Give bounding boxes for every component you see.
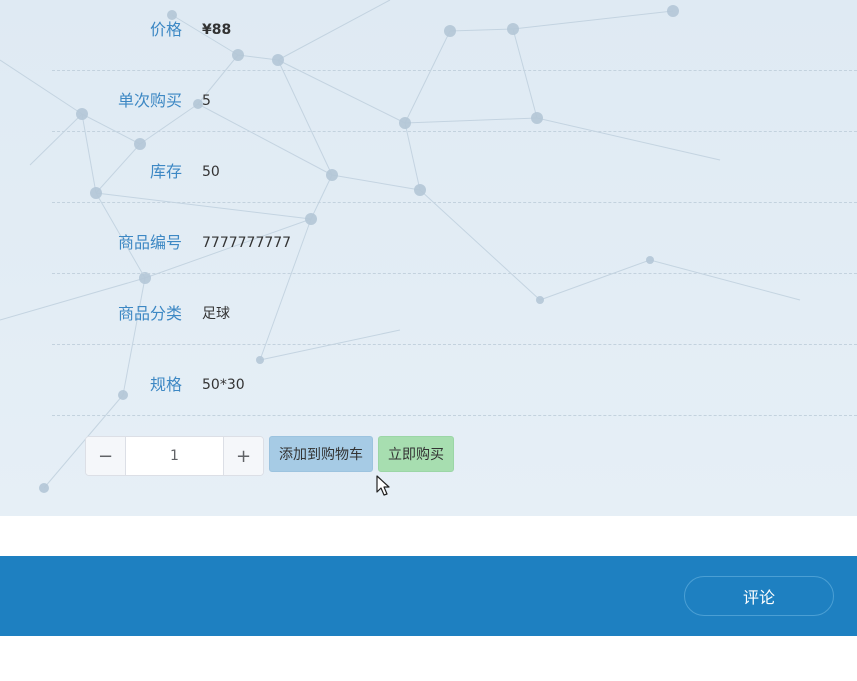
mouse-cursor-icon xyxy=(376,475,390,496)
footer-bar: 评论 xyxy=(0,556,857,636)
increase-quantity-button[interactable]: + xyxy=(223,437,263,475)
add-to-cart-button[interactable]: 添加到购物车 xyxy=(269,436,373,472)
category-value: 足球 xyxy=(202,306,230,322)
info-row-purchase-limit: 单次购买 5 xyxy=(52,61,857,132)
product-code-label: 商品编号 xyxy=(117,233,182,252)
info-row-product-code: 商品编号 7777777777 xyxy=(52,203,857,274)
decrease-quantity-button[interactable]: − xyxy=(86,437,126,475)
info-row-spec: 规格 50*30 xyxy=(52,345,857,416)
purchase-limit-label: 单次购买 xyxy=(117,91,182,110)
spec-label: 规格 xyxy=(149,375,182,394)
info-row-category: 商品分类 足球 xyxy=(52,274,857,345)
price-value: ¥88 xyxy=(202,22,232,38)
info-row-stock: 库存 50 xyxy=(52,132,857,203)
product-code-value: 7777777777 xyxy=(202,235,292,251)
quantity-input[interactable] xyxy=(126,437,223,475)
price-label: 价格 xyxy=(149,20,182,39)
quantity-stepper: − + xyxy=(85,436,264,476)
purchase-limit-value: 5 xyxy=(202,93,211,109)
comment-button[interactable]: 评论 xyxy=(684,576,834,616)
stock-label: 库存 xyxy=(149,162,182,181)
stock-value: 50 xyxy=(202,164,220,180)
buy-now-button[interactable]: 立即购买 xyxy=(378,436,454,472)
category-label: 商品分类 xyxy=(117,304,182,323)
product-detail-panel: 价格 ¥88 单次购买 5 库存 50 商品编号 7777777777 商品分类… xyxy=(0,0,857,516)
spec-value: 50*30 xyxy=(202,377,245,393)
